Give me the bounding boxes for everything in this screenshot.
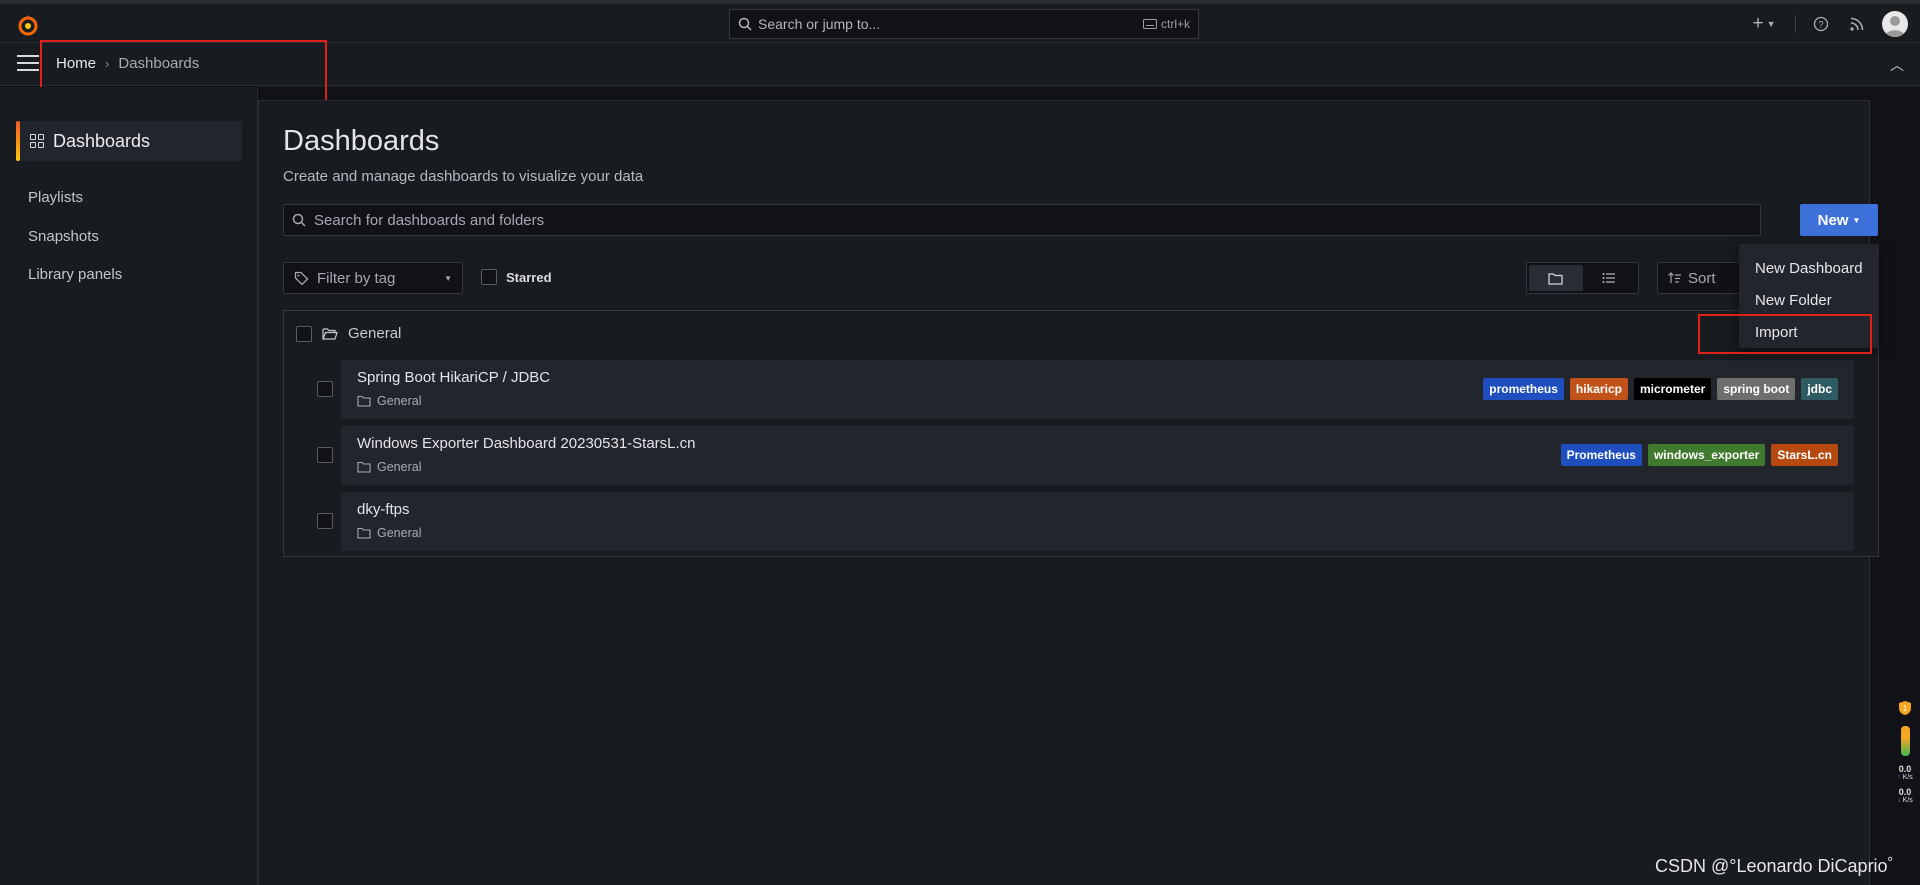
- network-speed-widget: 1 0.0 ↑ K/s 0.0 ↓ K/s: [1892, 700, 1918, 830]
- list-icon: [1602, 273, 1616, 283]
- chevron-down-icon: ▼: [1766, 19, 1776, 29]
- divider: [1795, 15, 1796, 33]
- topbar-actions: + ▼ ?: [1747, 11, 1908, 37]
- sidebar-item-playlists[interactable]: Playlists: [28, 189, 83, 206]
- help-icon: ?: [1813, 16, 1829, 32]
- apps-icon: [30, 134, 44, 148]
- user-icon: [1885, 16, 1905, 37]
- active-indicator: [16, 121, 20, 161]
- keyboard-shortcut: ctrl+k: [1142, 17, 1190, 31]
- grafana-logo-icon[interactable]: [16, 13, 40, 37]
- dashboard-title[interactable]: Windows Exporter Dashboard 20230531-Star…: [357, 435, 696, 452]
- chevron-up-icon[interactable]: ︿: [1890, 55, 1904, 75]
- folder-checkbox[interactable]: [296, 325, 312, 342]
- menu-item-new-dashboard[interactable]: New Dashboard: [1739, 252, 1879, 284]
- sidebar-item-snapshots[interactable]: Snapshots: [28, 228, 99, 245]
- keyboard-icon: [1142, 19, 1157, 29]
- shield-icon: 1: [1899, 701, 1911, 715]
- sidebar-item-label: Dashboards: [53, 130, 151, 151]
- svg-text:?: ?: [1818, 20, 1823, 30]
- sort-label: Sort: [1688, 269, 1716, 287]
- filter-by-tag-placeholder: Filter by tag: [317, 269, 396, 287]
- rss-icon: [1850, 17, 1864, 31]
- dashboard-row[interactable]: Windows Exporter Dashboard 20230531-Star…: [341, 426, 1854, 485]
- folder-name: General: [348, 325, 402, 342]
- sidebar: Dashboards Playlists Snapshots Library p…: [0, 87, 258, 885]
- dashboard-location: General: [357, 526, 421, 540]
- tag-icon: [294, 271, 309, 285]
- location-label: General: [377, 394, 422, 408]
- page-title: Dashboards: [283, 125, 440, 157]
- row-checkbox[interactable]: [317, 381, 333, 397]
- global-search-placeholder: Search or jump to...: [758, 16, 881, 32]
- download-speed: 0.0: [1898, 787, 1912, 797]
- dashboard-location: General: [357, 394, 421, 408]
- dashboard-title[interactable]: dky-ftps: [357, 501, 410, 518]
- dashboard-title[interactable]: Spring Boot HikariCP / JDBC: [357, 369, 550, 386]
- add-menu-button[interactable]: + ▼: [1747, 13, 1781, 35]
- folder-icon: [357, 395, 371, 407]
- sidebar-item-library-panels[interactable]: Library panels: [28, 266, 122, 283]
- page-subtitle: Create and manage dashboards to visualiz…: [283, 168, 644, 185]
- shortcut-label: ctrl+k: [1160, 17, 1190, 31]
- plus-icon: +: [1752, 13, 1764, 34]
- chevron-down-icon: ▼: [1852, 215, 1861, 225]
- folder-icon: [357, 527, 371, 539]
- tag[interactable]: Prometheus: [1560, 444, 1642, 466]
- tag[interactable]: windows_exporter: [1647, 444, 1766, 466]
- dashboard-list: General Spring Boot HikariCP / JDBC Gene…: [283, 310, 1879, 557]
- meter-icon: [1900, 726, 1910, 756]
- row-checkbox[interactable]: [317, 447, 333, 463]
- new-button[interactable]: New ▼: [1800, 204, 1878, 236]
- dashboard-row[interactable]: dky-ftps General: [341, 492, 1854, 551]
- folder-icon: [1548, 272, 1563, 285]
- user-avatar[interactable]: [1882, 11, 1908, 37]
- starred-label: Starred: [506, 269, 552, 285]
- location-label: General: [377, 460, 422, 474]
- tag[interactable]: micrometer: [1633, 378, 1712, 400]
- help-button[interactable]: ?: [1810, 13, 1832, 35]
- tag[interactable]: StarsL.cn: [1771, 444, 1838, 466]
- chevron-down-icon: ▼: [444, 273, 452, 283]
- watermark: CSDN @°Leonardo DiCaprio゜: [1655, 856, 1906, 876]
- starred-filter[interactable]: Starred: [481, 269, 552, 285]
- tag[interactable]: hikaricp: [1569, 378, 1628, 400]
- dashboard-search-placeholder: Search for dashboards and folders: [314, 211, 545, 229]
- tag[interactable]: prometheus: [1483, 378, 1564, 400]
- main-content: Dashboards Create and manage dashboards …: [258, 100, 1879, 885]
- folder-row-general[interactable]: General: [296, 325, 401, 342]
- search-icon: [292, 213, 306, 227]
- sidebar-item-dashboards[interactable]: Dashboards: [16, 121, 242, 161]
- sort-icon: [1668, 272, 1681, 283]
- upload-speed: 0.0: [1898, 764, 1912, 774]
- menu-item-new-folder[interactable]: New Folder: [1739, 284, 1879, 316]
- tag[interactable]: jdbc: [1801, 378, 1838, 400]
- filter-by-tag-select[interactable]: Filter by tag ▼: [283, 262, 463, 294]
- folder-view-button[interactable]: [1529, 265, 1583, 291]
- tag-list: prometheus hikaricp micrometer spring bo…: [1483, 378, 1838, 400]
- tag-list: Prometheus windows_exporter StarsL.cn: [1560, 444, 1838, 466]
- tag[interactable]: spring boot: [1717, 378, 1796, 400]
- news-button[interactable]: [1846, 13, 1868, 35]
- top-bar: Search or jump to... ctrl+k + ▼ ?: [0, 0, 1920, 43]
- annotation-box: [1698, 314, 1872, 354]
- download-unit: ↓ K/s: [1897, 797, 1913, 804]
- starred-checkbox[interactable]: [481, 269, 497, 285]
- row-checkbox[interactable]: [317, 513, 333, 529]
- new-button-label: New: [1817, 211, 1849, 229]
- folder-open-icon: [322, 328, 338, 340]
- list-view-button[interactable]: [1583, 265, 1637, 291]
- location-label: General: [377, 526, 422, 540]
- upload-unit: ↑ K/s: [1897, 774, 1913, 781]
- menu-toggle-icon[interactable]: [17, 55, 39, 73]
- dashboard-row[interactable]: Spring Boot HikariCP / JDBC General prom…: [341, 360, 1854, 419]
- view-toggle: [1526, 262, 1639, 294]
- global-search-input[interactable]: Search or jump to... ctrl+k: [729, 9, 1199, 39]
- folder-icon: [357, 461, 371, 473]
- dashboard-search-input[interactable]: Search for dashboards and folders: [283, 204, 1761, 236]
- search-icon: [738, 17, 752, 31]
- dashboard-location: General: [357, 460, 421, 474]
- svg-text:1: 1: [1903, 704, 1908, 713]
